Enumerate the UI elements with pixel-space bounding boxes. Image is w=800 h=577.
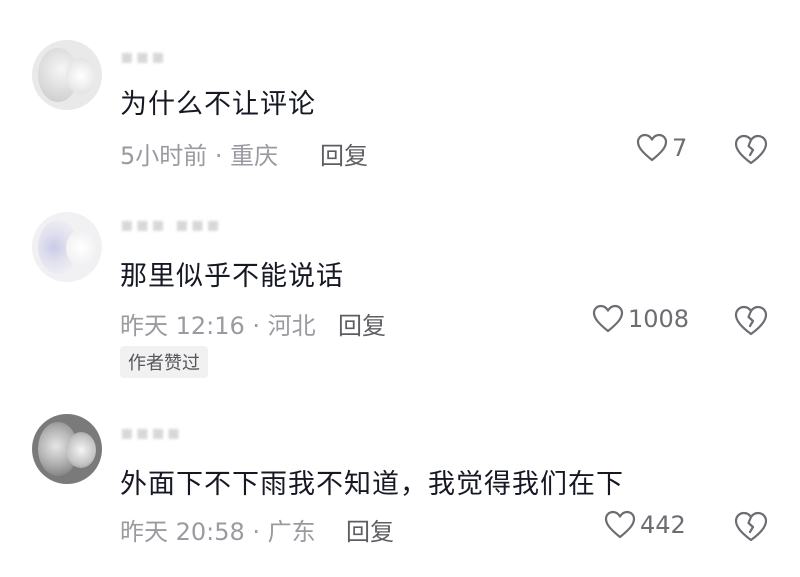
dislike-button[interactable]	[734, 305, 768, 337]
like-count: 1008	[628, 305, 690, 333]
dislike-button[interactable]	[734, 511, 768, 543]
avatar[interactable]	[32, 40, 102, 110]
like-button[interactable]: 442	[604, 510, 686, 540]
comment-text: 外面下不下雨我不知道，我觉得我们在下	[120, 469, 624, 500]
comment-meta: 5小时前 · 重庆	[120, 142, 279, 170]
comment-text: 为什么不让评论	[120, 89, 316, 120]
username[interactable]: ▪▪▪	[120, 44, 167, 68]
reply-button[interactable]: 回复	[338, 306, 386, 341]
heart-outline-icon	[604, 510, 636, 539]
username[interactable]: ▪▪▪ ▪▪▪	[120, 212, 222, 236]
avatar[interactable]	[32, 414, 102, 484]
broken-heart-icon	[734, 511, 768, 542]
reply-button[interactable]: 回复	[346, 512, 394, 547]
comment-meta: 昨天 20:58 · 广东	[120, 518, 316, 546]
like-button[interactable]: 1008	[592, 304, 689, 334]
author-liked-badge: 作者赞过	[120, 346, 208, 378]
like-count: 442	[640, 511, 686, 539]
like-count: 7	[672, 134, 688, 162]
like-button[interactable]: 7	[636, 133, 687, 163]
dislike-button[interactable]	[734, 134, 768, 166]
comment-text: 那里似乎不能说话	[120, 261, 344, 292]
heart-outline-icon	[636, 133, 668, 162]
broken-heart-icon	[734, 305, 768, 336]
broken-heart-icon	[734, 134, 768, 165]
reply-button[interactable]: 回复	[320, 136, 368, 171]
username[interactable]: ▪▪▪▪	[120, 420, 182, 444]
comment-meta: 昨天 12:16 · 河北	[120, 312, 316, 340]
heart-outline-icon	[592, 304, 624, 333]
avatar[interactable]	[32, 212, 102, 282]
